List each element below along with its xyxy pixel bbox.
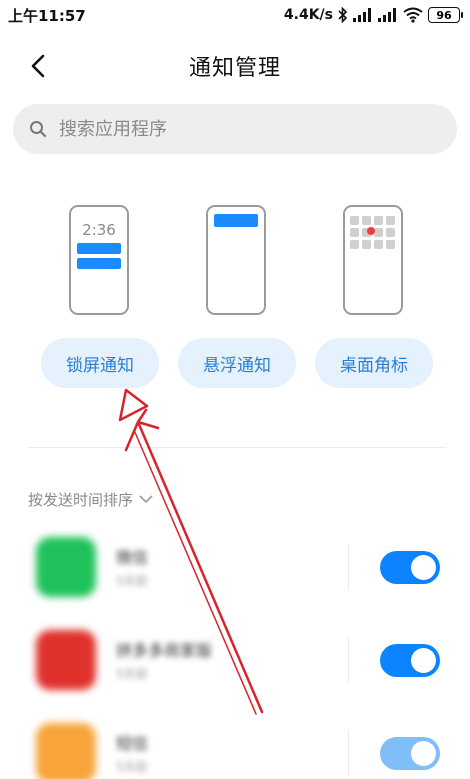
wifi-icon	[403, 7, 423, 23]
pinduoduo-app-icon	[36, 630, 96, 690]
app-last-sent: 5天前	[116, 574, 148, 588]
network-speed: 4.4K/s	[283, 7, 333, 23]
messages-app-icon	[36, 723, 96, 779]
notification-bar	[214, 214, 258, 227]
row-separator	[348, 730, 349, 776]
app-last-sent: 5天前	[116, 760, 148, 774]
toggle-knob	[411, 555, 436, 580]
divider	[28, 447, 446, 448]
app-row-messages[interactable]: 短信 5天前	[0, 718, 470, 779]
bluetooth-icon	[338, 7, 348, 23]
app-row-wechat[interactable]: 微信 5天前	[0, 532, 470, 602]
notification-bar	[77, 243, 121, 254]
app-name: 拼多多商家版	[116, 641, 213, 660]
search-input[interactable]	[59, 118, 419, 140]
app-name: 短信	[116, 734, 149, 753]
row-separator	[348, 637, 349, 683]
notification-bar	[77, 258, 121, 269]
row-separator	[348, 544, 349, 590]
floating-notification-illustration	[206, 205, 266, 315]
app-badge-illustration	[343, 205, 403, 315]
lock-screen-clock: 2:36	[82, 221, 116, 239]
toggle-knob	[411, 648, 436, 673]
search-bar[interactable]	[13, 104, 457, 154]
lock-screen-illustration: 2:36	[69, 205, 129, 315]
app-last-sent: 5天前	[116, 667, 148, 681]
battery-indicator: 96	[428, 7, 463, 23]
toggle-knob	[411, 741, 436, 766]
status-bar: 上午11:57 4.4K/s 96	[0, 0, 470, 30]
lock-screen-notification-button[interactable]: 锁屏通知	[41, 338, 159, 388]
status-time: 上午11:57	[8, 7, 86, 25]
app-row-pinduoduo[interactable]: 拼多多商家版 5天前	[0, 625, 470, 695]
badge-dot	[367, 227, 375, 235]
wechat-notification-toggle[interactable]	[380, 551, 440, 584]
search-icon	[30, 121, 47, 138]
app-badge-button[interactable]: 桌面角标	[315, 338, 433, 388]
wechat-app-icon	[36, 537, 96, 597]
sort-selector[interactable]: 按发送时间排序	[28, 489, 153, 510]
status-icons: 4.4K/s 96	[283, 4, 463, 26]
signal-icon	[353, 8, 371, 22]
messages-notification-toggle[interactable]	[380, 737, 440, 770]
sort-label: 按发送时间排序	[28, 491, 134, 509]
app-name: 微信	[116, 548, 149, 567]
signal-icon	[378, 8, 396, 22]
page-title: 通知管理	[188, 56, 281, 81]
floating-notification-button[interactable]: 悬浮通知	[178, 338, 296, 388]
pinduoduo-notification-toggle[interactable]	[380, 644, 440, 677]
chevron-down-icon	[139, 495, 153, 504]
